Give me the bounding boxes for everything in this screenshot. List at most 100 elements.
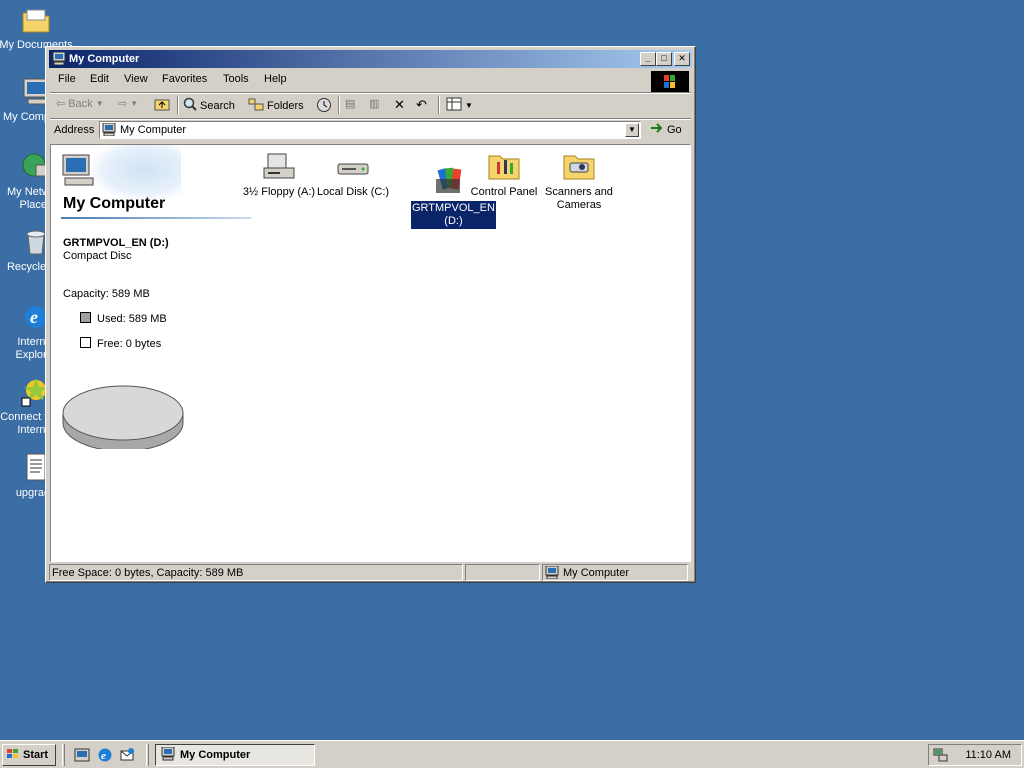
toolbar-separator — [338, 96, 340, 114]
views-icon — [446, 97, 462, 114]
move-to-button[interactable]: ▤ — [345, 97, 355, 110]
search-icon — [183, 97, 197, 114]
search-label: Search — [200, 99, 235, 112]
svg-text:e: e — [101, 750, 106, 762]
item-label: Scanners and Cameras — [545, 186, 613, 211]
address-dropdown-button[interactable]: ▼ — [625, 123, 639, 137]
start-button[interactable]: Start — [2, 744, 56, 766]
computer-icon — [160, 746, 176, 764]
clock[interactable]: 11:10 AM — [965, 749, 1011, 761]
go-arrow-icon — [650, 122, 664, 137]
delete-icon: ✕ — [394, 97, 405, 112]
back-label: Back — [68, 97, 93, 110]
drive-free: Free: 0 bytes — [97, 338, 162, 350]
forward-arrow-icon: ⇨ — [118, 98, 128, 110]
hard-disk-icon — [336, 150, 370, 184]
floppy-drive-icon — [262, 150, 296, 184]
go-button[interactable]: Go — [650, 122, 682, 137]
menu-help[interactable]: Help — [264, 73, 287, 85]
copy-to-icon: ▥ — [369, 98, 380, 110]
system-tray: 11:10 AM — [928, 744, 1022, 766]
address-bar: Address My Computer ▼ Go — [50, 120, 691, 142]
computer-icon — [61, 153, 95, 187]
used-legend-swatch — [80, 312, 91, 323]
drive-name: GRTMPVOL_EN (D:) — [63, 237, 169, 249]
cd-drive-icon — [432, 165, 466, 199]
computer-icon — [52, 51, 66, 66]
status-text: Free Space: 0 bytes, Capacity: 589 MB — [49, 564, 463, 581]
status-zone-label: My Computer — [563, 567, 630, 579]
taskbar: Start e My Computer 11:10 AM — [0, 740, 1024, 768]
back-arrow-icon: ⇦ — [56, 98, 66, 110]
free-legend-swatch — [80, 337, 91, 348]
menu-bar: File Edit View Favorites Tools Help — [50, 70, 691, 93]
history-button[interactable] — [316, 97, 332, 116]
views-button[interactable]: ▼ — [446, 97, 473, 114]
folders-icon — [248, 97, 264, 114]
item-label: 3½ Floppy (A:) — [242, 186, 316, 198]
explorer-window: My Computer _ □ ✕ File Edit View Favorit… — [45, 46, 696, 583]
up-folder-icon — [154, 97, 170, 114]
item-label: Local Disk (C:) — [316, 186, 390, 198]
scanners-cameras-icon — [562, 150, 596, 184]
undo-icon: ↶ — [416, 97, 427, 112]
item-label: GRTMPVOL_EN (D:) — [411, 201, 496, 229]
menu-favorites[interactable]: Favorites — [162, 73, 207, 85]
computer-icon — [545, 565, 559, 582]
disk-usage-pie — [61, 385, 185, 452]
move-to-icon: ▤ — [345, 98, 356, 110]
menu-file[interactable]: File — [58, 73, 76, 85]
title-bar[interactable]: My Computer _ □ ✕ — [49, 50, 692, 68]
computer-icon — [102, 122, 116, 137]
internet-explorer-icon[interactable]: e — [97, 747, 113, 763]
toolbar-separator — [438, 96, 440, 114]
start-label: Start — [23, 749, 49, 761]
undo-button[interactable]: ↶ — [416, 97, 427, 113]
toolbar-separator — [177, 96, 179, 114]
window-title: My Computer — [69, 53, 140, 65]
toolbar: ⇦ Back ▼ ⇨ ▼ Search Folders ▤ ▥ ✕ ↶ ▼ — [50, 94, 691, 116]
status-empty-panel — [465, 564, 540, 581]
item-local-disk[interactable]: Local Disk (C:) — [315, 150, 391, 199]
menu-tools[interactable]: Tools — [223, 73, 249, 85]
minimize-button[interactable]: _ — [640, 52, 656, 66]
folder-icon — [20, 4, 52, 36]
drive-used: Used: 589 MB — [97, 313, 167, 325]
item-label: Control Panel — [470, 186, 538, 198]
show-desktop-icon[interactable] — [74, 747, 90, 763]
folders-label: Folders — [267, 99, 304, 112]
content-pane: My Computer GRTMPVOL_EN (D:) Compact Dis… — [50, 144, 691, 562]
delete-button[interactable]: ✕ — [394, 97, 405, 113]
search-button[interactable]: Search — [183, 97, 235, 114]
desktop-icon-my-documents[interactable]: My Documents — [0, 4, 74, 52]
quicklaunch-grip[interactable] — [62, 744, 65, 766]
forward-button[interactable]: ⇨ ▼ — [118, 97, 138, 110]
address-input[interactable]: My Computer ▼ — [99, 121, 641, 139]
go-label: Go — [667, 123, 682, 136]
menu-edit[interactable]: Edit — [90, 73, 109, 85]
menu-view[interactable]: View — [124, 73, 148, 85]
drive-capacity: Capacity: 589 MB — [63, 288, 150, 300]
item-control-panel[interactable]: Control Panel — [466, 150, 542, 199]
panel-title: My Computer — [63, 195, 166, 212]
panel-divider — [61, 217, 251, 219]
control-panel-icon — [487, 150, 521, 184]
item-scanners-cameras[interactable]: Scanners and Cameras — [541, 150, 617, 212]
folders-button[interactable]: Folders — [248, 97, 304, 114]
drive-type: Compact Disc — [63, 250, 132, 262]
network-tray-icon[interactable] — [933, 747, 949, 766]
status-bar: Free Space: 0 bytes, Capacity: 589 MB My… — [49, 564, 692, 582]
outlook-express-icon[interactable] — [119, 747, 135, 763]
chevron-down-icon: ▼ — [95, 99, 104, 108]
close-button[interactable]: ✕ — [674, 52, 690, 66]
back-button[interactable]: ⇦ Back ▼ — [56, 97, 104, 111]
address-label: Address — [54, 124, 95, 136]
up-folder-button[interactable] — [154, 97, 170, 114]
windows-logo-icon — [6, 748, 20, 763]
maximize-button[interactable]: □ — [656, 52, 672, 66]
history-icon — [316, 97, 332, 116]
taskbar-grip[interactable] — [146, 744, 149, 766]
item-floppy-drive[interactable]: 3½ Floppy (A:) — [241, 150, 317, 199]
taskbar-button-my-computer[interactable]: My Computer — [155, 744, 315, 766]
copy-to-button[interactable]: ▥ — [369, 97, 379, 110]
